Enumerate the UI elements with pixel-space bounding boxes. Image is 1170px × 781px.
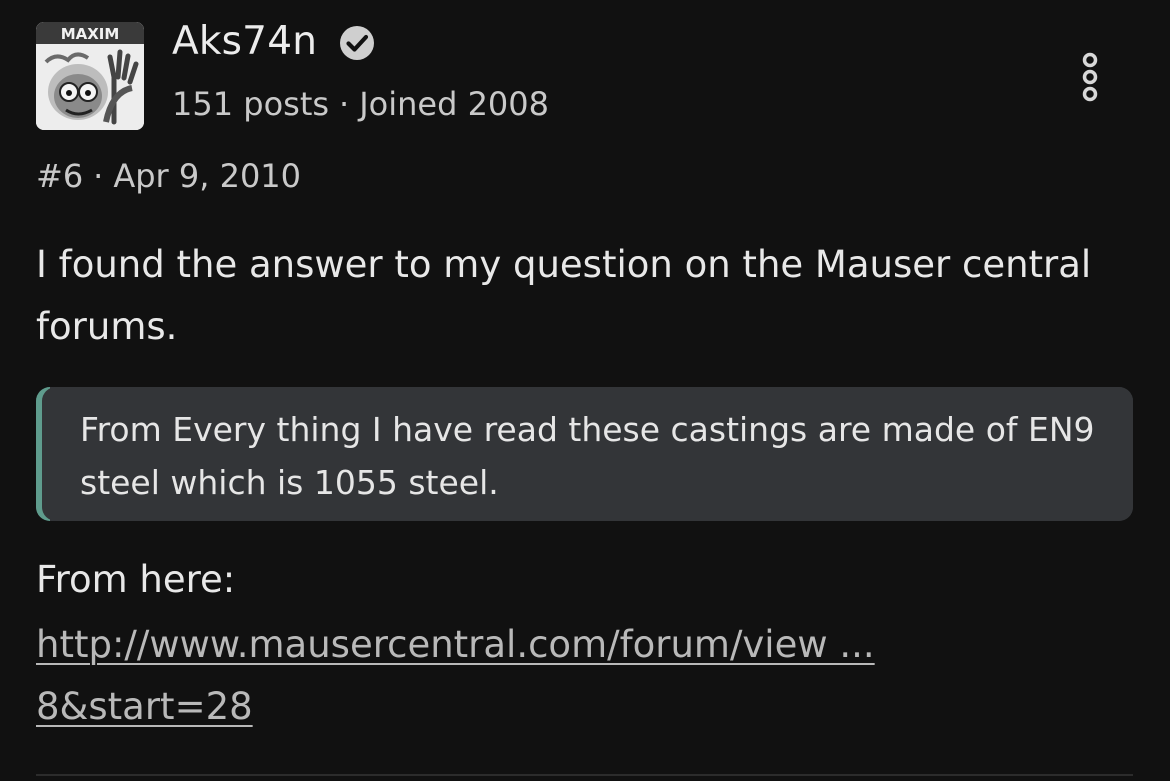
avatar-logo-text: MAXIM [61, 25, 120, 43]
post-number[interactable]: #6 [36, 157, 83, 195]
quote-block: From Every thing I have read these casti… [36, 387, 1133, 521]
avatar-image: MAXIM [36, 22, 144, 130]
source-label: From here: [36, 558, 236, 601]
username[interactable]: Aks74n [172, 18, 317, 66]
source-link-line1[interactable]: http://www.mausercentral.com/forum/view … [36, 614, 1036, 676]
post-divider [36, 774, 1133, 776]
verified-check-icon [340, 26, 374, 60]
post-date: Apr 9, 2010 [113, 157, 302, 195]
quote-text: From Every thing I have read these casti… [80, 410, 1095, 502]
post-count: 151 posts [172, 85, 330, 123]
post-body: I found the answer to my question on the… [36, 243, 1092, 348]
source-link[interactable]: http://www.mausercentral.com/forum/view … [36, 614, 1036, 738]
avatar[interactable]: MAXIM [36, 22, 144, 130]
post-number-date: #6 · Apr 9, 2010 [36, 156, 301, 196]
date-separator: · [93, 157, 104, 195]
source-link-line2[interactable]: 8&start=28 [36, 676, 1036, 738]
user-meta: 151 posts · Joined 2008 [172, 84, 549, 124]
forum-post: MAXIM Aks74n 151 posts · Joined 2008 #6 · Ap… [0, 0, 1170, 781]
join-date: Joined 2008 [359, 85, 549, 123]
meta-separator: · [339, 85, 350, 123]
more-options-icon[interactable] [1076, 52, 1104, 102]
